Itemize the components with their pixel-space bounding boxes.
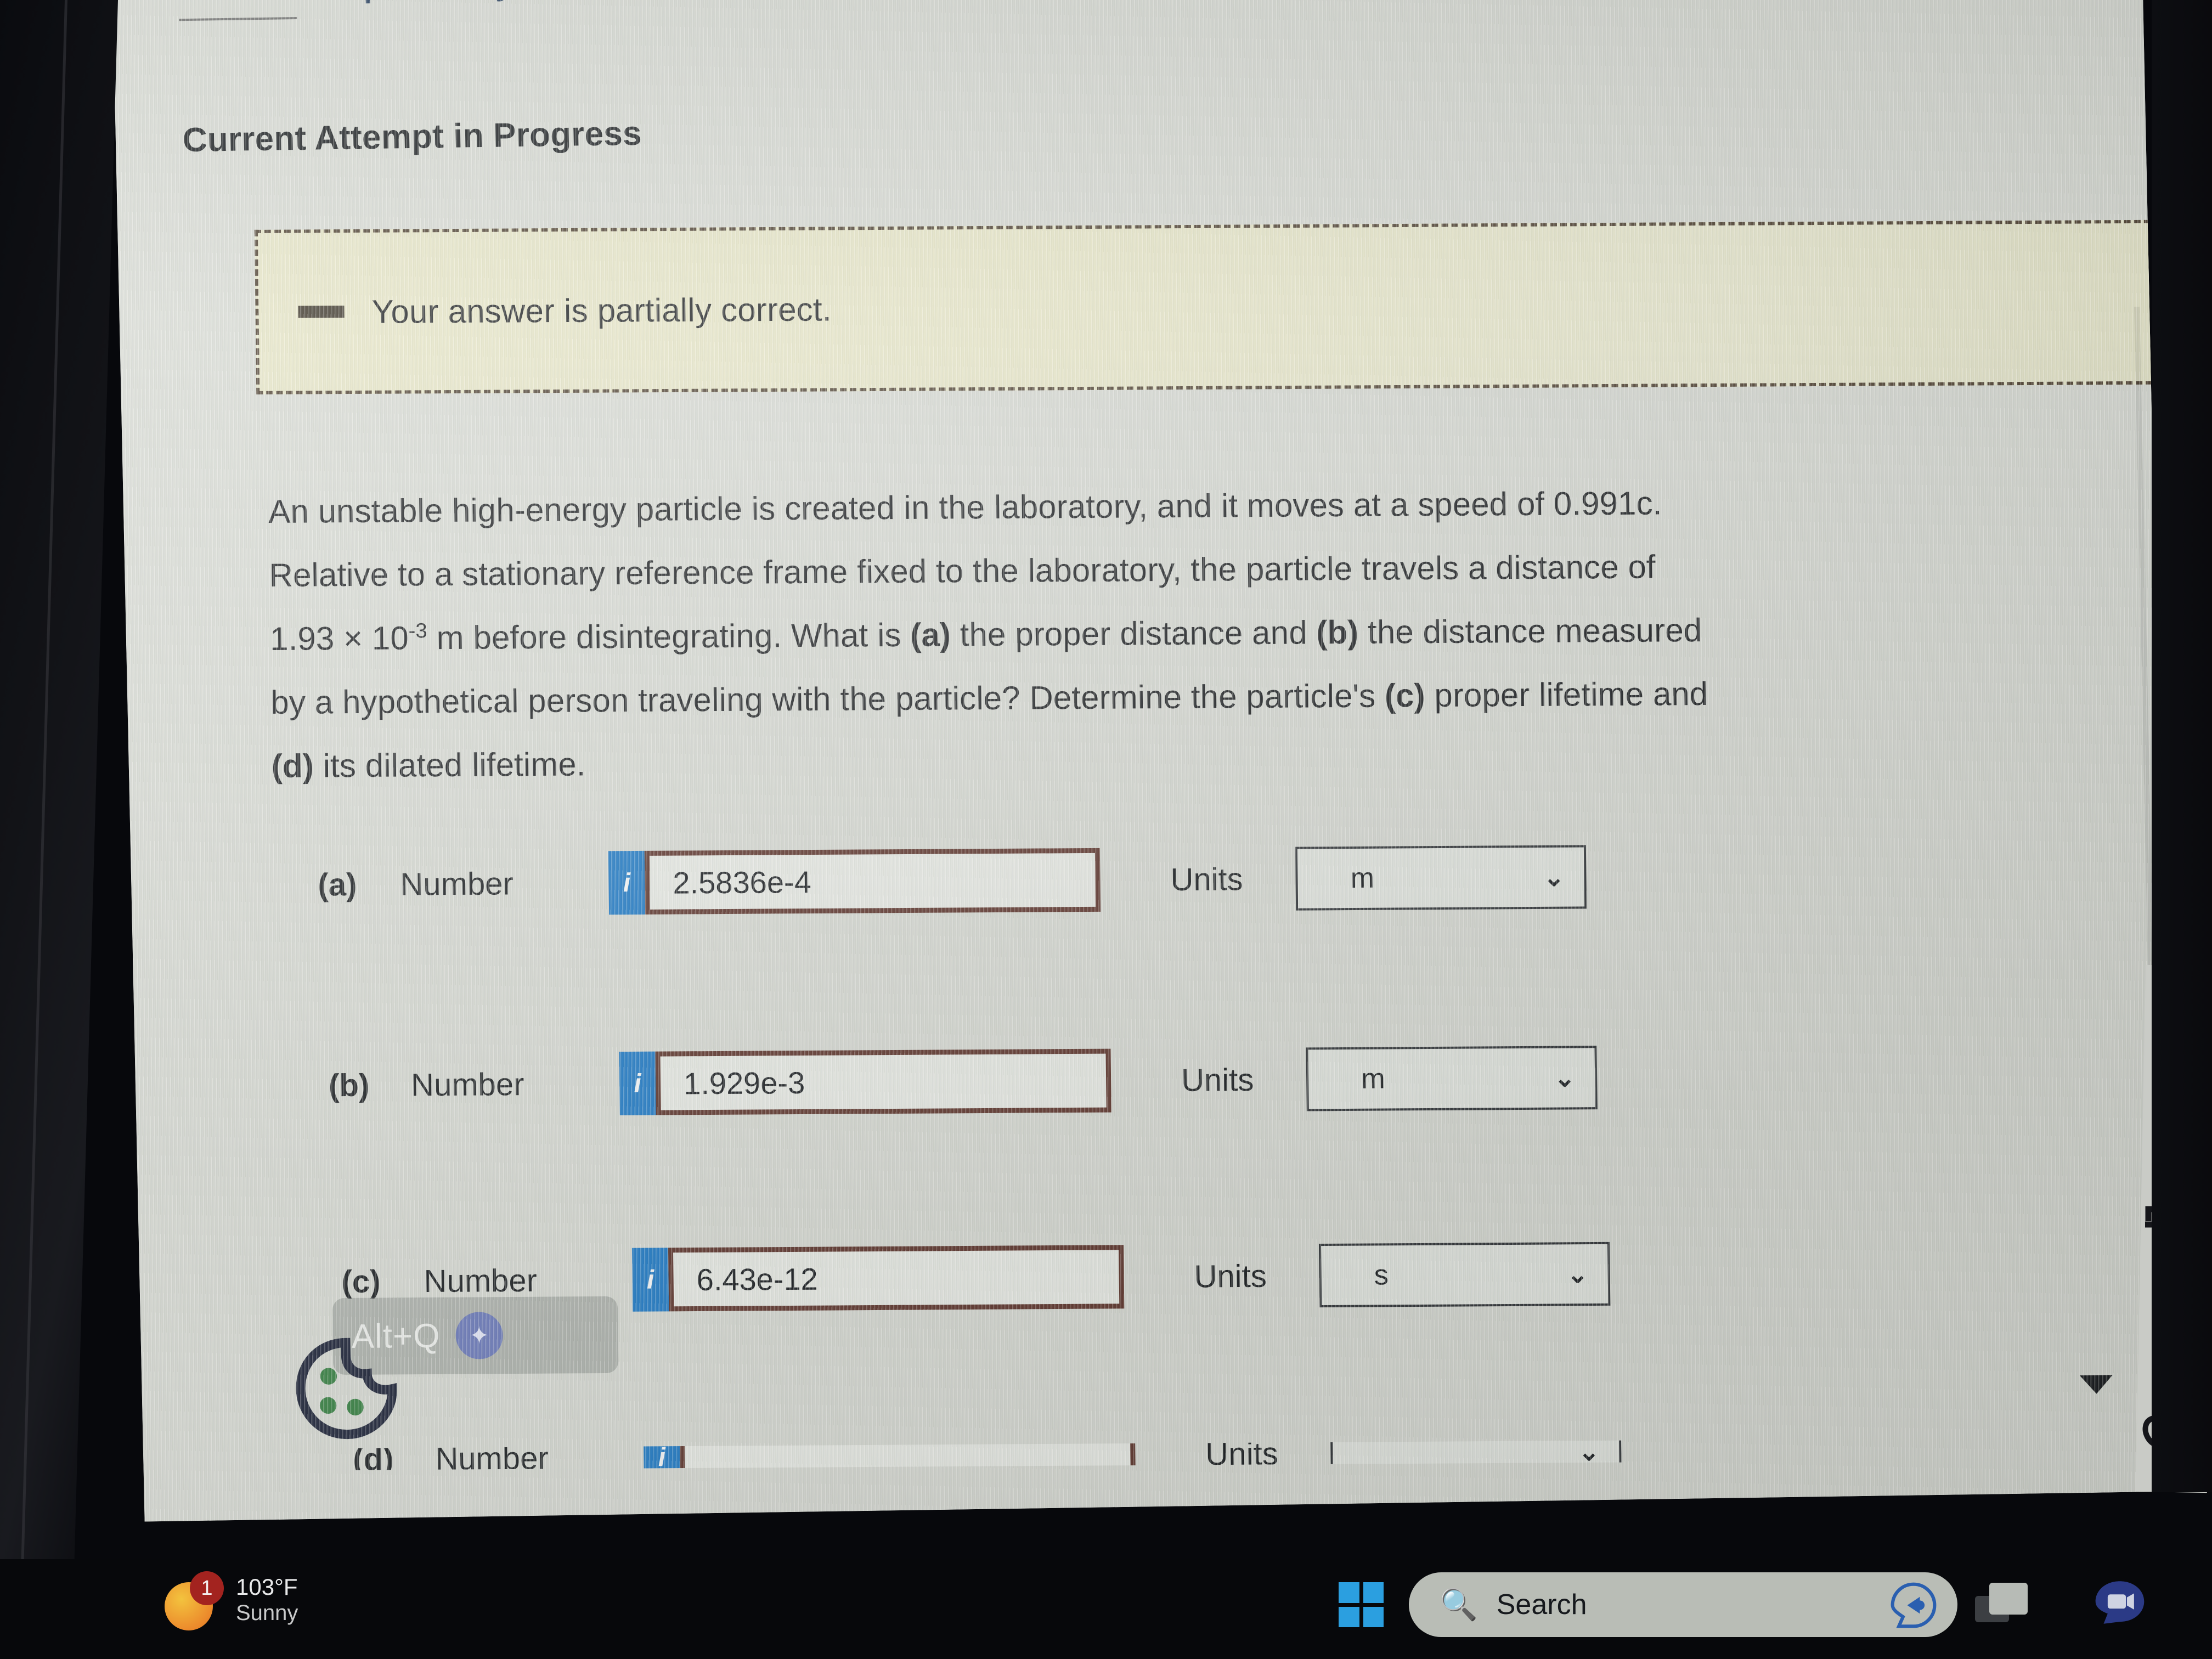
chevron-down-icon-a: ⌄ <box>1543 862 1565 891</box>
units-value-a: m <box>1350 862 1375 895</box>
chevron-down-icon-b: ⌄ <box>1554 1063 1576 1092</box>
scroll-down-arrow-icon[interactable] <box>2079 1375 2113 1395</box>
task-view-icon[interactable] <box>1975 1583 2028 1622</box>
number-label-d: Number <box>435 1440 549 1470</box>
monitor-bezel-left <box>0 0 118 1659</box>
units-value-b: m <box>1361 1063 1386 1095</box>
info-icon-c[interactable]: i <box>631 1248 669 1312</box>
units-select-d[interactable]: ⌄ <box>1330 1440 1622 1470</box>
windows-taskbar: 1 103°F Sunny 🔍 Search <box>0 1559 2212 1659</box>
info-icon-d[interactable]: i <box>643 1440 681 1470</box>
number-input-c[interactable]: 6.43e-12 <box>668 1245 1125 1312</box>
assignment-page: Show Attempt History Current Attempt in … <box>112 0 2175 1522</box>
weather-text: 103°F Sunny <box>236 1573 298 1627</box>
question-label-d: (d) <box>271 747 314 785</box>
answer-part-label-a: (a) <box>318 866 357 903</box>
weather-temperature: 103°F <box>236 1573 298 1600</box>
answer-part-label-b: (b) <box>328 1067 370 1103</box>
notification-badge: 1 <box>190 1571 224 1605</box>
screen-surface: Show Attempt History Current Attempt in … <box>112 0 2175 1522</box>
photographed-screen-scene: Show Attempt History Current Attempt in … <box>0 0 2212 1659</box>
search-input[interactable]: 🔍 Search <box>1409 1572 1957 1637</box>
units-select-a[interactable]: m ⌄ <box>1295 845 1587 911</box>
answer-part-label-d: (d) <box>353 1441 394 1470</box>
question-label-c: (c) <box>1384 677 1426 714</box>
partially-correct-banner: Your answer is partially correct. <box>254 219 2175 394</box>
units-select-c[interactable]: s ⌄ <box>1319 1242 1611 1308</box>
question-line-1: An unstable high-energy particle is crea… <box>268 484 1662 530</box>
question-line-3-prefix: 1.93 × 10 <box>269 619 409 657</box>
question-line-3-mid: m before disintegrating. What is <box>427 616 911 657</box>
search-placeholder: Search <box>1496 1589 1587 1621</box>
section-divider <box>179 17 297 21</box>
start-pane-1 <box>1339 1582 1359 1603</box>
start-pane-4 <box>1363 1606 1384 1627</box>
question-text: An unstable high-energy particle is crea… <box>268 469 2148 798</box>
question-line-3-after-a: the proper distance and <box>950 614 1317 653</box>
answer-row-d: (d) Number i Units ⌄ <box>353 1440 1622 1470</box>
show-attempt-history-link[interactable]: Show Attempt History <box>179 0 513 7</box>
copilot-icon[interactable] <box>1888 1580 1939 1630</box>
question-line-5-end: its dilated lifetime. <box>313 746 586 785</box>
sun-icon: 1 <box>165 1571 224 1630</box>
chevron-down-icon-c: ⌄ <box>1566 1260 1589 1289</box>
units-value-c: s <box>1374 1259 1389 1291</box>
taskbar-weather-widget[interactable]: 1 103°F Sunny <box>165 1571 298 1630</box>
search-icon: 🔍 <box>1440 1587 1478 1622</box>
info-icon-b[interactable]: i <box>619 1051 656 1116</box>
page-title: Current Attempt in Progress <box>182 114 642 160</box>
number-input-b[interactable]: 1.929e-3 <box>655 1048 1111 1115</box>
weather-condition: Sunny <box>236 1601 298 1626</box>
number-label-b: Number <box>410 1066 524 1103</box>
sparkle-icon[interactable]: ✦ <box>455 1312 503 1359</box>
question-label-a: (a) <box>910 616 951 653</box>
start-pane-3 <box>1339 1606 1359 1627</box>
number-label-c: Number <box>424 1262 538 1299</box>
units-select-b[interactable]: m ⌄ <box>1306 1046 1598 1111</box>
question-exponent: -3 <box>408 619 427 643</box>
banner-message: Your answer is partially correct. <box>371 290 832 330</box>
info-icon-a[interactable]: i <box>608 850 646 915</box>
taskbar-center: 🔍 Search <box>1339 1572 1957 1637</box>
units-label-c: Units <box>1194 1258 1267 1294</box>
taskbar-right <box>1975 1579 2146 1626</box>
dash-icon <box>298 306 345 318</box>
answer-row-a: (a) Number i 2.5836e-4 Units m ⌄ <box>318 845 1587 916</box>
question-label-b: (b) <box>1316 613 1359 651</box>
question-line-3-end: the distance measured <box>1358 612 1702 651</box>
units-label-b: Units <box>1181 1062 1254 1098</box>
windows-start-icon[interactable] <box>1339 1582 1384 1627</box>
question-line-4-prefix: by a hypothetical person traveling with … <box>270 677 1385 721</box>
cookie-icon[interactable] <box>294 1336 400 1442</box>
number-input-d[interactable] <box>679 1440 1136 1470</box>
question-line-4-mid: proper lifetime and <box>1425 675 1708 714</box>
number-input-a[interactable]: 2.5836e-4 <box>644 848 1101 915</box>
answer-part-label-c: (c) <box>341 1263 381 1300</box>
chevron-down-icon-d: ⌄ <box>1578 1440 1600 1466</box>
units-label-d: Units <box>1205 1440 1278 1470</box>
zoom-app-icon[interactable] <box>2094 1579 2146 1626</box>
start-pane-2 <box>1363 1582 1384 1603</box>
monitor-bezel-right <box>2152 0 2212 1492</box>
units-label-a: Units <box>1170 861 1244 898</box>
answer-row-b: (b) Number i 1.929e-3 Units m ⌄ <box>328 1046 1598 1117</box>
number-label-a: Number <box>400 865 514 902</box>
question-line-2: Relative to a stationary reference frame… <box>269 548 1656 594</box>
task-view-front-pane <box>1989 1583 2028 1615</box>
